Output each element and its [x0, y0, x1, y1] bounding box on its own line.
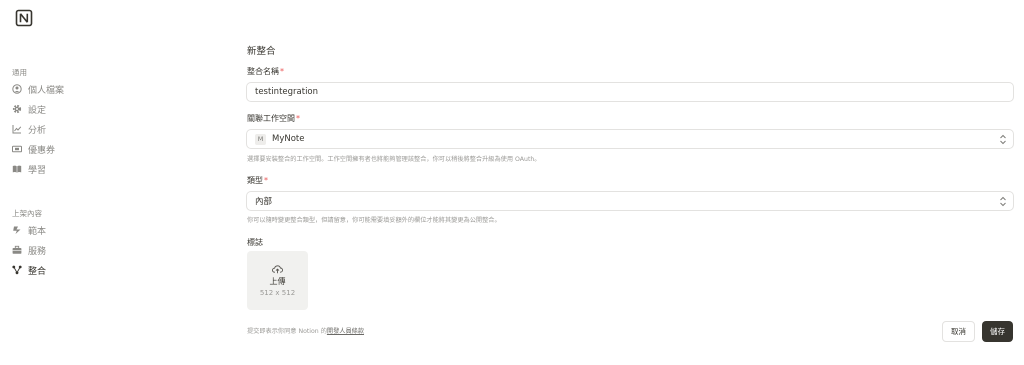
notion-logo-icon[interactable] — [15, 9, 33, 27]
save-button[interactable]: 儲存 — [982, 321, 1013, 342]
sidebar-item-settings[interactable]: 設定 — [12, 101, 46, 117]
upload-label: 上傳 — [269, 277, 286, 286]
page-title: 新整合 — [247, 46, 276, 57]
cloud-upload-icon — [272, 265, 283, 274]
template-icon — [12, 225, 22, 235]
sidebar-item-analytics[interactable]: 分析 — [12, 121, 46, 137]
sidebar-item-learn[interactable]: 學習 — [12, 161, 46, 177]
gear-icon — [12, 104, 22, 114]
required-mark: * — [296, 114, 300, 123]
terms-notice: 提交即表示你同意 Notion 的開發人員條款 — [247, 328, 365, 335]
type-select-value: 內部 — [255, 197, 273, 207]
type-select[interactable]: 內部 — [246, 191, 1014, 211]
integration-name-input[interactable] — [255, 87, 938, 97]
sidebar-section-listings: 上架內容 — [12, 209, 42, 218]
type-label: 類型* — [247, 176, 268, 185]
chevron-up-down-icon — [1000, 196, 1006, 207]
workspace-label: 關聯工作空間* — [247, 114, 300, 123]
sidebar-item-label: 個人檔案 — [28, 85, 65, 96]
required-mark: * — [264, 176, 268, 185]
sidebar-item-templates[interactable]: 範本 — [12, 222, 46, 238]
sidebar-item-services[interactable]: 服務 — [12, 242, 46, 258]
sidebar-section-general: 通用 — [12, 68, 27, 77]
sidebar-item-label: 服務 — [28, 246, 47, 257]
chart-line-icon — [12, 124, 22, 134]
workspace-help-text: 選擇要安裝整合的工作空間。工作空間擁有者也將能夠管理該整合，你可以稍後將整合升級… — [247, 156, 541, 163]
sidebar-item-integrations[interactable]: 整合 — [12, 262, 46, 278]
sidebar-item-label: 整合 — [28, 266, 47, 277]
user-circle-icon — [12, 84, 22, 94]
logo-label: 標誌 — [247, 238, 263, 247]
sidebar-item-label: 範本 — [28, 226, 47, 237]
required-mark: * — [280, 67, 284, 76]
integration-name-label: 整合名稱* — [247, 67, 284, 76]
chevron-up-down-icon — [1000, 134, 1006, 145]
upload-size-hint: 512 x 512 — [259, 289, 296, 297]
integration-icon — [12, 265, 22, 275]
briefcase-icon — [12, 245, 22, 255]
type-help-text: 你可以隨時變更整合類型，但請留意，你可能需要填妥額外的欄位才能將其變更為公開整合… — [247, 217, 501, 224]
book-icon — [12, 164, 22, 174]
sidebar-item-label: 優惠券 — [28, 145, 56, 156]
workspace-select[interactable]: M MyNote — [246, 129, 1014, 149]
sidebar-item-label: 學習 — [28, 165, 47, 176]
developer-terms-link[interactable]: 開發人員條款 — [327, 328, 364, 335]
workspace-select-value: MyNote — [272, 134, 305, 144]
sidebar-item-profile[interactable]: 個人檔案 — [12, 81, 64, 97]
sidebar-item-coupons[interactable]: 優惠券 — [12, 141, 55, 157]
logo-upload-button[interactable]: 上傳 512 x 512 — [247, 251, 308, 310]
integration-name-field[interactable] — [246, 82, 1014, 102]
workspace-avatar: M — [255, 133, 266, 145]
cancel-button[interactable]: 取消 — [942, 321, 975, 342]
ticket-icon — [12, 144, 22, 154]
sidebar-item-label: 分析 — [28, 125, 47, 136]
sidebar-item-label: 設定 — [28, 105, 47, 116]
